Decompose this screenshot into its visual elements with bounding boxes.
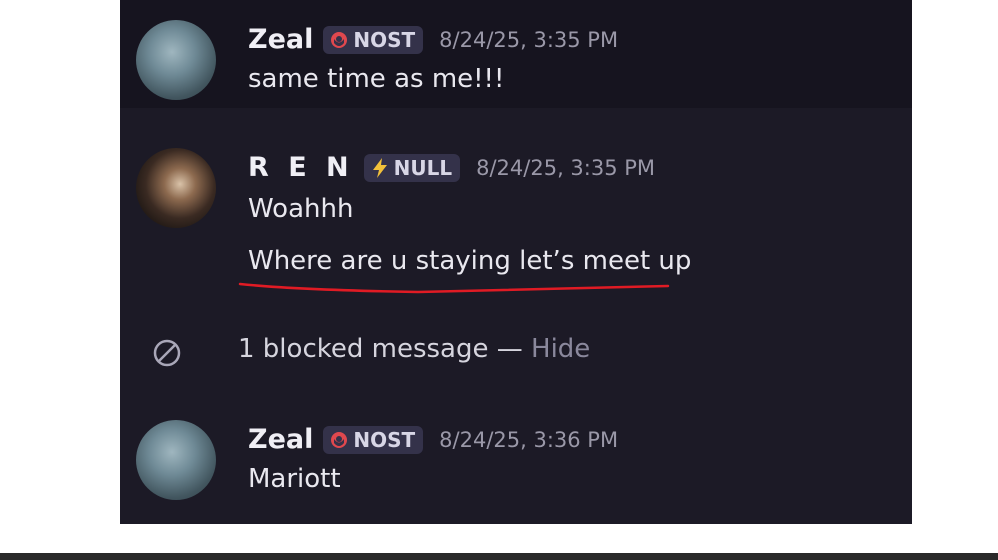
message-header: Zeal NOST 8/24/25, 3:35 PM — [248, 24, 618, 55]
clan-tag[interactable]: NULL — [363, 153, 461, 182]
chat-panel: Zeal NOST 8/24/25, 3:35 PM same time as … — [120, 0, 912, 524]
message-group: Zeal NOST 8/24/25, 3:35 PM same time as … — [120, 0, 912, 108]
message-text: Mariott — [248, 464, 341, 494]
avatar[interactable] — [136, 148, 216, 228]
message-text: Where are u staying let’s meet up — [248, 246, 692, 276]
block-icon — [153, 339, 181, 367]
blocked-count-label: 1 blocked message — — [238, 334, 523, 364]
hide-blocked-link[interactable]: Hide — [531, 334, 590, 364]
bottom-border — [0, 553, 998, 560]
username[interactable]: Zeal — [248, 24, 313, 55]
clan-tag-label: NOST — [353, 27, 416, 52]
timestamp: 8/24/25, 3:35 PM — [476, 155, 656, 180]
username[interactable]: R E N — [248, 152, 354, 183]
avatar[interactable] — [136, 20, 216, 100]
clan-tag-label: NOST — [353, 427, 416, 452]
username[interactable]: Zeal — [248, 424, 313, 455]
message-text: Woahhh — [248, 194, 354, 224]
avatar[interactable] — [136, 420, 216, 500]
blocked-message-bar: 1 blocked message — Hide — [120, 320, 912, 384]
clan-tag[interactable]: NOST — [323, 425, 424, 454]
clan-tag[interactable]: NOST — [323, 25, 424, 54]
message-group: Zeal NOST 8/24/25, 3:36 PM Mariott — [120, 400, 912, 524]
timestamp: 8/24/25, 3:35 PM — [439, 27, 619, 52]
clan-tag-label: NULL — [393, 155, 453, 180]
red-underline-annotation — [238, 282, 670, 294]
message-header: Zeal NOST 8/24/25, 3:36 PM — [248, 424, 618, 455]
message-text: same time as me!!! — [248, 64, 505, 94]
red-helmet-icon — [331, 31, 348, 48]
blocked-message-text: 1 blocked message — Hide — [238, 334, 590, 364]
message-group: R E N NULL 8/24/25, 3:35 PM Woahhh Where… — [120, 108, 912, 320]
red-helmet-icon — [331, 431, 348, 448]
timestamp: 8/24/25, 3:36 PM — [439, 427, 619, 452]
lightning-icon — [372, 157, 387, 178]
message-header: R E N NULL 8/24/25, 3:35 PM — [248, 152, 655, 183]
